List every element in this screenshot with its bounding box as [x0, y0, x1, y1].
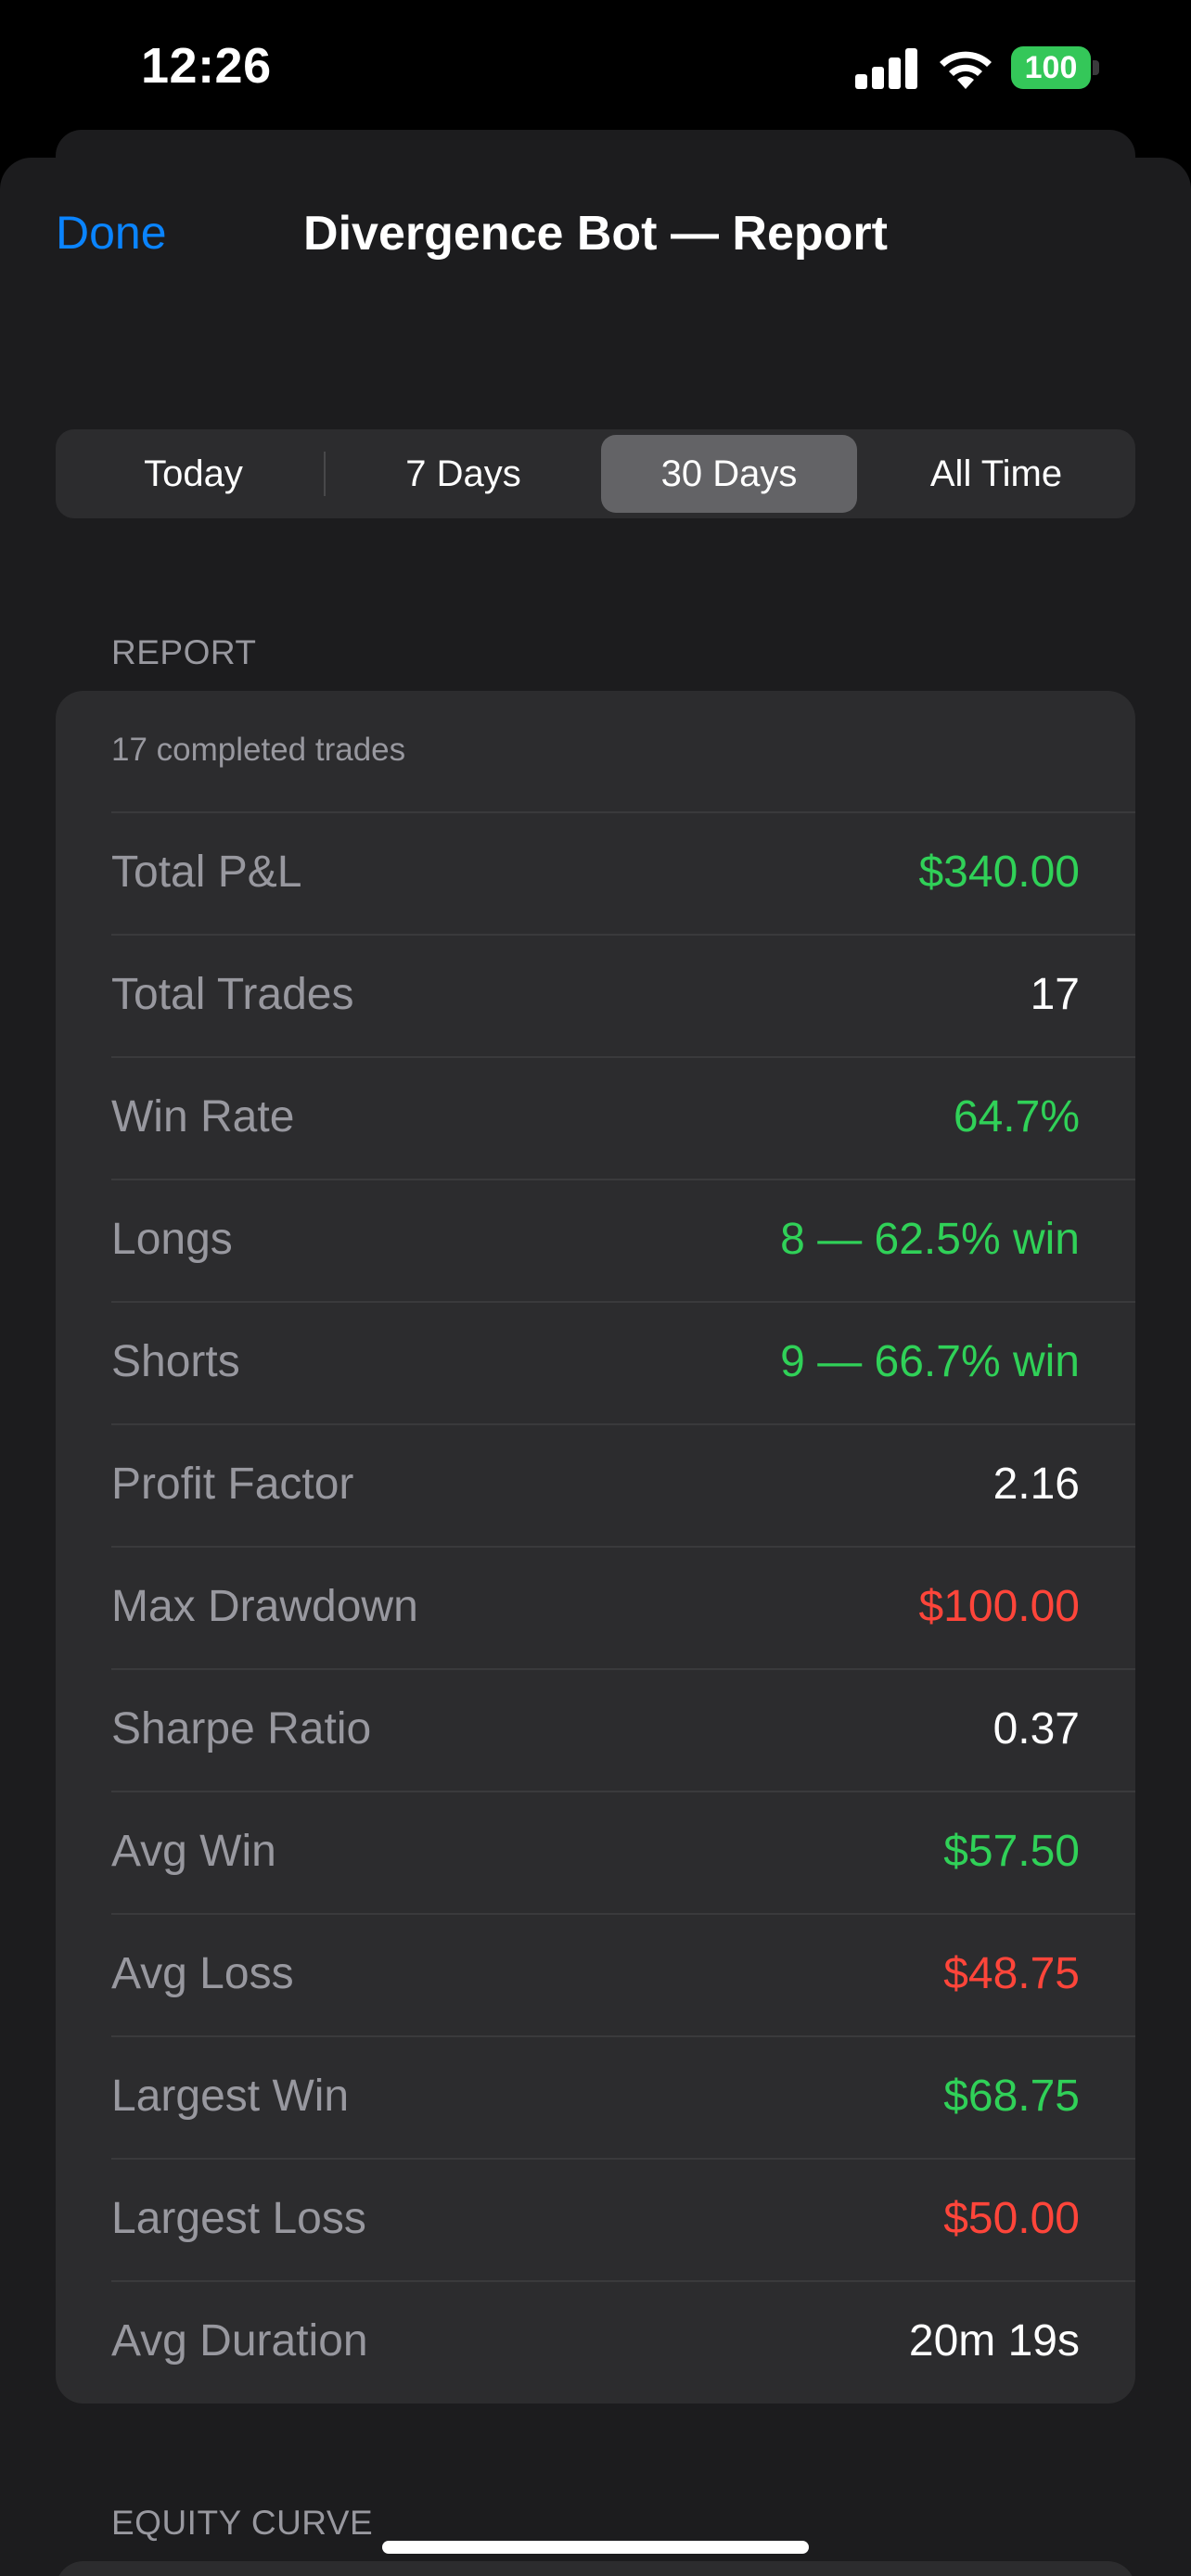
report-row-label: Avg Win [111, 1827, 276, 1876]
report-row-value: $48.75 [943, 1949, 1080, 1998]
wifi-icon [940, 51, 992, 89]
row-separator [111, 1056, 1135, 1058]
report-row-value: $68.75 [943, 2072, 1080, 2121]
row-separator [111, 1913, 1135, 1915]
row-separator [111, 1546, 1135, 1548]
report-row: Shorts 9 — 66.7% win [56, 1301, 1135, 1423]
report-row-value: $57.50 [943, 1827, 1080, 1876]
report-row: Largest Loss $50.00 [56, 2158, 1135, 2280]
period-segmented-control: Today 7 Days 30 Days All Time [56, 429, 1135, 518]
row-separator [111, 2035, 1135, 2037]
report-row: Total Trades 17 [56, 934, 1135, 1056]
segment-30-days[interactable]: 30 Days [601, 435, 857, 513]
report-row-label: Avg Loss [111, 1949, 294, 1998]
home-indicator [382, 2541, 809, 2554]
report-row-label: Sharpe Ratio [111, 1704, 372, 1753]
report-row-label: Shorts [111, 1337, 240, 1386]
report-card: 17 completed trades Total P&L $340.00 Tota… [56, 691, 1135, 2404]
report-row: Avg Loss $48.75 [56, 1913, 1135, 2035]
report-row-value: $50.00 [943, 2194, 1080, 2243]
row-separator [111, 1301, 1135, 1303]
status-time: 12:26 [141, 38, 272, 94]
report-row: Avg Duration 20m 19s [56, 2280, 1135, 2403]
report-row-label: Total Trades [111, 970, 354, 1019]
row-separator [111, 2158, 1135, 2160]
report-row: Win Rate 64.7% [56, 1056, 1135, 1179]
report-row: Max Drawdown $100.00 [56, 1546, 1135, 1668]
report-row-label: Avg Duration [111, 2316, 368, 2366]
row-separator [111, 934, 1135, 936]
row-separator [111, 1668, 1135, 1670]
segment-7-days[interactable]: 7 Days [331, 435, 596, 513]
report-row-label: Largest Win [111, 2072, 350, 2121]
equity-curve-card [56, 2561, 1135, 2576]
segment-all-time[interactable]: All Time [863, 435, 1130, 513]
row-separator [111, 1423, 1135, 1425]
equity-curve-section-header: EQUITY CURVE [111, 2504, 374, 2542]
screen: 12:26 100 Done Divergence Bot — Report T… [0, 0, 1191, 2576]
report-row: Sharpe Ratio 0.37 [56, 1668, 1135, 1791]
cellular-signal-icon [855, 46, 918, 89]
battery-icon: 100 [1011, 46, 1100, 89]
report-row-value: 17 [1030, 970, 1080, 1019]
report-row-value: 0.37 [992, 1704, 1080, 1753]
report-row: Largest Win $68.75 [56, 2035, 1135, 2158]
report-section-header: REPORT [111, 633, 257, 671]
report-row: Avg Win $57.50 [56, 1791, 1135, 1913]
report-row: Total P&L $340.00 [56, 811, 1135, 934]
report-row: Profit Factor 2.16 [56, 1423, 1135, 1546]
completed-trades-note: 17 completed trades [111, 732, 406, 768]
report-row: Longs 8 — 62.5% win [56, 1179, 1135, 1301]
row-separator [111, 1179, 1135, 1180]
segment-today[interactable]: Today [61, 435, 326, 513]
page-title: Divergence Bot — Report [303, 207, 888, 261]
report-row-value: 2.16 [992, 1460, 1080, 1509]
battery-level: 100 [1011, 46, 1091, 89]
report-row-label: Profit Factor [111, 1460, 354, 1509]
report-row-label: Max Drawdown [111, 1582, 418, 1631]
report-row-label: Largest Loss [111, 2194, 366, 2243]
report-row-label: Longs [111, 1215, 233, 1264]
report-row-value: $100.00 [918, 1582, 1080, 1631]
report-row-value: 20m 19s [908, 2316, 1080, 2366]
report-row-label: Win Rate [111, 1092, 295, 1141]
report-row-value: $340.00 [918, 848, 1080, 897]
segment-divider [324, 452, 326, 496]
row-separator [111, 1791, 1135, 1792]
report-row-value: 8 — 62.5% win [780, 1215, 1080, 1264]
row-separator [111, 811, 1135, 813]
report-row-value: 9 — 66.7% win [780, 1337, 1080, 1386]
report-row-value: 64.7% [953, 1092, 1080, 1141]
row-separator [111, 2280, 1135, 2282]
status-bar: 12:26 100 [0, 0, 1191, 130]
report-row-label: Total P&L [111, 848, 302, 897]
